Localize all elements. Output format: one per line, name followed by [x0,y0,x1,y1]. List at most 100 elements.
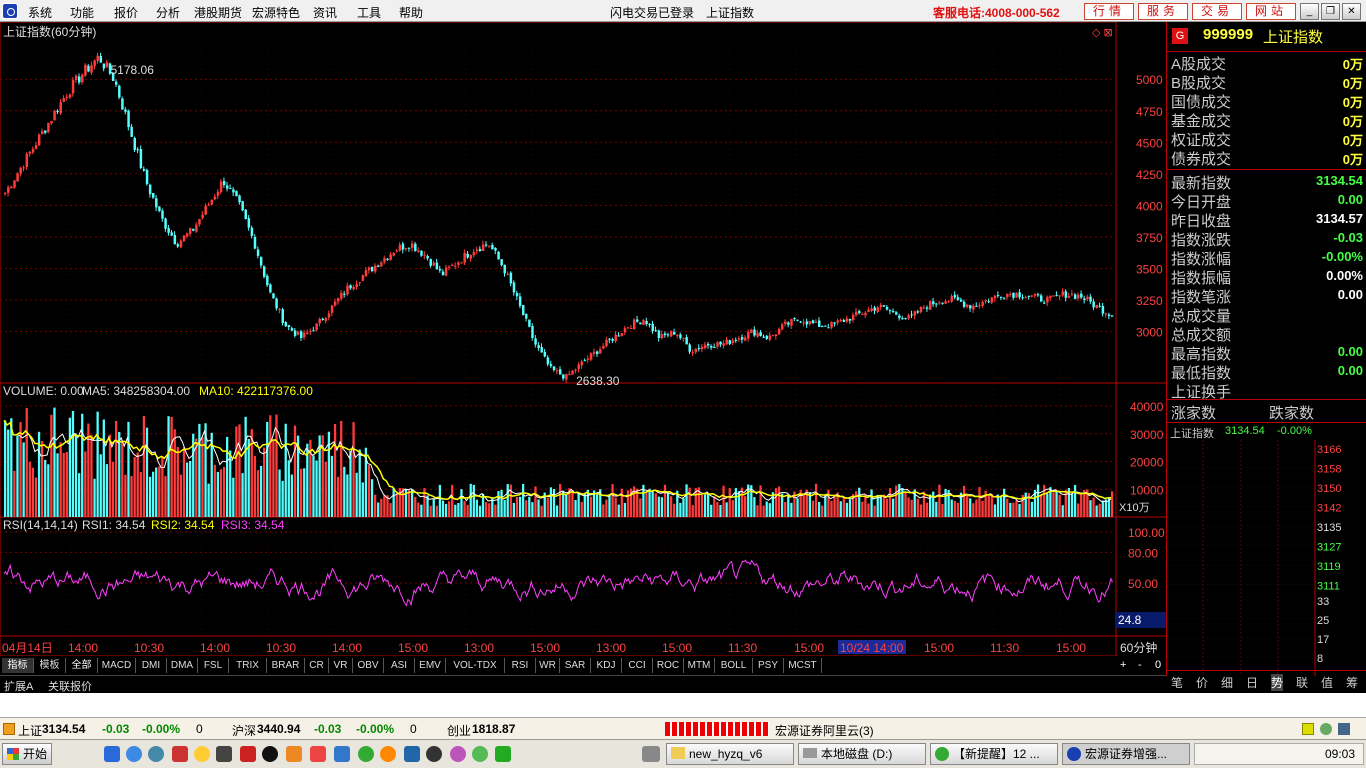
menu-system[interactable]: 系统 [28,4,52,21]
qq-icon[interactable] [262,746,278,762]
quicklaunch-1-icon[interactable] [104,746,120,762]
indicator-tab-boll[interactable]: BOLL [715,658,753,673]
panel-tab-3[interactable]: 日 [1246,674,1258,691]
indicator-tab-模板[interactable]: 模板 [34,658,66,673]
indicator-tab-wr[interactable]: WR [536,658,560,673]
task-trading[interactable]: 宏源证券增强... [1062,743,1190,765]
emoji-icon[interactable] [194,746,210,762]
menu-news[interactable]: 资讯 [313,4,337,21]
menu-tools[interactable]: 工具 [357,4,381,21]
panel-tab-7[interactable]: 筹 [1346,674,1358,691]
indicator-tab-mcst[interactable]: MCST [784,658,822,673]
zoom-in-button[interactable]: + [1120,659,1126,671]
app3-icon[interactable] [286,746,302,762]
indicator-tab-asi[interactable]: ASI [384,658,415,673]
indicator-tab-obv[interactable]: OBV [353,658,384,673]
candle-body [115,81,118,85]
volume-bar [574,500,577,517]
candle-body [235,191,238,197]
notify-icon[interactable] [1302,723,1314,735]
volume-bar [651,490,654,517]
panel-tab-2[interactable]: 细 [1221,674,1233,691]
indicator-tab-vol-tdx[interactable]: VOL-TDX [446,658,505,673]
ext-tab-a[interactable]: 扩展A [4,678,33,694]
zoom-reset-button[interactable]: 0 [1155,659,1161,671]
trade-button[interactable]: 交易 [1192,3,1242,20]
media-icon[interactable] [216,746,232,762]
app10-icon[interactable] [472,746,488,762]
ie-icon[interactable] [126,746,142,762]
indicator-tab-vr[interactable]: VR [329,658,353,673]
indicator-tab-macd[interactable]: MACD [98,658,136,673]
chrome-icon[interactable] [380,746,396,762]
minimize-icon[interactable]: _ [1300,3,1319,20]
service-button[interactable]: 服务 [1138,3,1188,20]
panel-tab-4[interactable]: 势 [1271,674,1284,691]
period-label[interactable]: 60分钟 [1120,640,1157,655]
browser-icon[interactable] [148,746,164,762]
ext-tab-related[interactable]: 关联报价 [48,678,92,694]
app2-icon[interactable] [240,746,256,762]
volume-bar [639,498,642,517]
volume-bar [855,491,858,517]
indicator-tab-psy[interactable]: PSY [753,658,784,673]
menu-function[interactable]: 功能 [70,4,94,21]
indicator-tab-fsl[interactable]: FSL [198,658,229,673]
quote-button[interactable]: 行情 [1084,3,1134,20]
panel-tab-5[interactable]: 联 [1296,674,1308,691]
task-browser[interactable]: 【新提醒】12 ... [930,743,1058,765]
app9-icon[interactable] [450,746,466,762]
indicator-tab-brar[interactable]: BRAR [267,658,305,673]
volume-bar [358,449,361,517]
g-badge: G [1172,28,1188,44]
restore-icon[interactable]: ❐ [1321,3,1340,20]
indicator-tab-trix[interactable]: TRIX [229,658,267,673]
app4-icon[interactable] [310,746,326,762]
indicator-tab-dma[interactable]: DMA [167,658,198,673]
menu-bar: 系统 功能 报价 分析 港股期货 宏源特色 资讯 工具 帮助 闪电交易已登录 上… [0,0,1366,22]
time-axis-tick: 11:30 [728,641,757,655]
indicator-tab-roc[interactable]: ROC [653,658,684,673]
indicator-tab-rsi[interactable]: RSI [505,658,536,673]
panel-tab-6[interactable]: 值 [1321,674,1333,691]
app11-icon[interactable] [495,746,511,762]
keyboard-icon[interactable] [642,746,660,762]
menu-help[interactable]: 帮助 [399,4,423,21]
chart-area[interactable]: 5000 4750 4500 4250 4000 3750 3500 3250 3000 4000… [0,21,1166,676]
indicator-tab-cr[interactable]: CR [305,658,329,673]
mini-chart: 3166 3158 3150 3142 3135 3127 3119 3111 33 25 17 8 [1167,440,1341,676]
kline-chart[interactable]: 5000 4750 4500 4250 4000 3750 3500 3250 3000 4000… [0,21,1166,657]
volume-bar [814,483,818,517]
start-button[interactable]: 开始 [2,743,52,765]
indicator-tab-mtm[interactable]: MTM [684,658,715,673]
menu-hk-futures[interactable]: 港股期货 [194,4,242,21]
panel-tab-1[interactable]: 价 [1196,674,1208,691]
panel-tab-0[interactable]: 笔 [1171,674,1183,691]
indicator-tab-emv[interactable]: EMV [415,658,446,673]
menu-hongyuan[interactable]: 宏源特色 [252,4,300,21]
volume-bar [383,494,386,517]
app7-icon[interactable] [404,746,420,762]
menu-quote[interactable]: 报价 [114,4,138,21]
chart-close-icon[interactable]: ◇ ⊠ [1092,27,1113,39]
task-folder[interactable]: new_hyzq_v6 [666,743,794,765]
app6-icon[interactable] [358,746,374,762]
indicator-tab-dmi[interactable]: DMI [136,658,167,673]
indicator-tab-kdj[interactable]: KDJ [591,658,622,673]
website-button[interactable]: 网站 [1246,3,1296,20]
candle-body [1080,293,1083,298]
indicator-tab-全部[interactable]: 全部 [66,658,98,673]
sh-value: 3134.54 [42,722,86,736]
volume-bar [645,492,648,517]
time-axis-tick: 15:00 [662,641,692,655]
indicator-tab-指标[interactable]: 指标 [2,658,34,673]
app8-icon[interactable] [426,746,442,762]
app-icon[interactable] [172,746,188,762]
zoom-out-button[interactable]: - [1138,659,1142,671]
app5-icon[interactable] [334,746,350,762]
task-disk[interactable]: 本地磁盘 (D:) [798,743,926,765]
menu-analysis[interactable]: 分析 [156,4,180,21]
indicator-tab-sar[interactable]: SAR [560,658,591,673]
close-icon[interactable]: ✕ [1342,3,1361,20]
indicator-tab-cci[interactable]: CCI [622,658,653,673]
